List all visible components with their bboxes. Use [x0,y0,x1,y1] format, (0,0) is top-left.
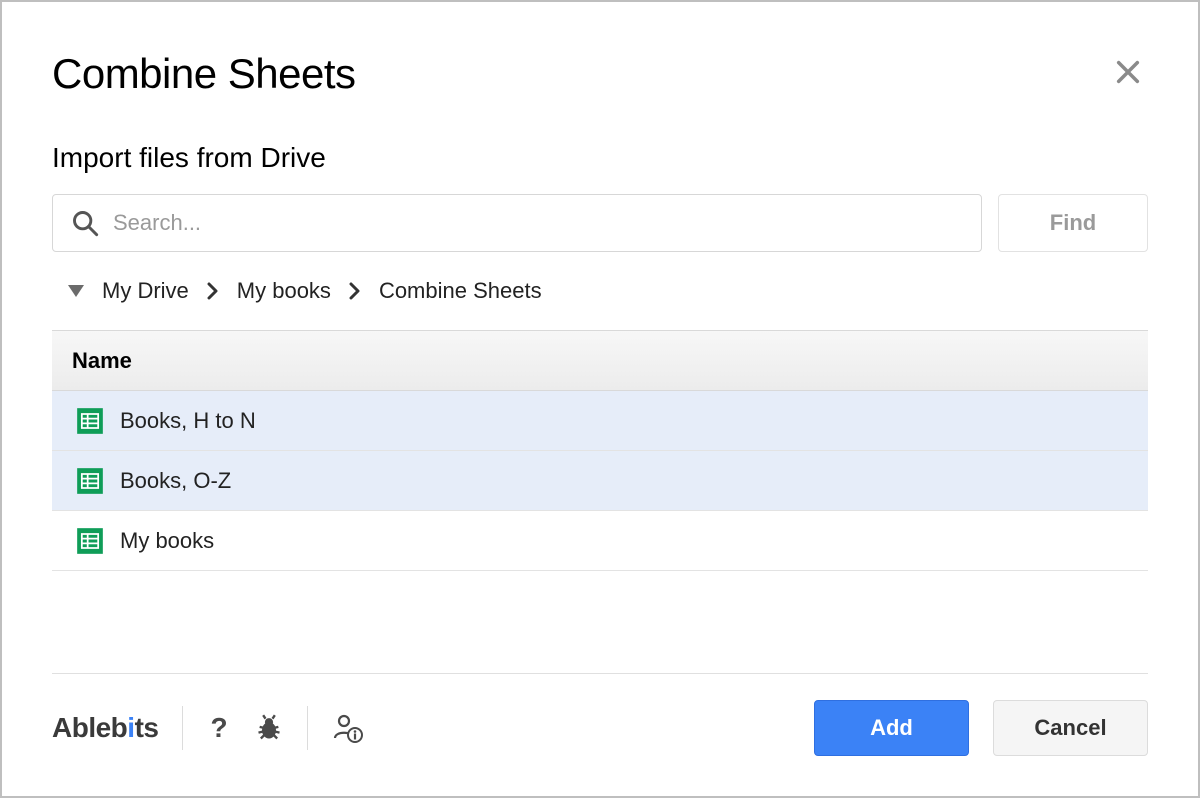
file-name: Books, H to N [120,408,256,434]
close-icon [1114,58,1142,86]
dialog-title: Combine Sheets [52,50,1148,98]
triangle-down-icon [68,285,84,297]
bug-report-button[interactable] [255,714,283,742]
dialog: Combine Sheets Import files from Drive F… [0,0,1200,798]
file-table: Name Books, H to N Books, O-Z [52,330,1148,571]
footer-divider [52,673,1148,674]
user-info-icon [332,712,364,744]
chevron-right-icon [349,282,361,300]
separator [307,706,308,750]
account-info-button[interactable] [332,712,364,744]
svg-text:?: ? [211,713,228,743]
search-input[interactable] [113,210,963,236]
file-name: My books [120,528,214,554]
breadcrumb-item[interactable]: Combine Sheets [379,278,542,304]
table-row[interactable]: Books, O-Z [52,451,1148,511]
bug-icon [255,714,283,742]
breadcrumb-dropdown[interactable] [68,285,84,297]
table-row[interactable]: Books, H to N [52,391,1148,451]
dialog-footer: Ablebits ? [52,673,1148,758]
brand-logo: Ablebits [52,712,158,744]
column-header-name: Name [72,348,132,374]
add-button[interactable]: Add [814,700,969,756]
spreadsheet-icon [76,407,104,435]
search-row: Find [52,194,1148,252]
separator [182,706,183,750]
table-header[interactable]: Name [52,331,1148,391]
dialog-subtitle: Import files from Drive [52,142,1148,174]
help-icon: ? [207,713,231,743]
file-name: Books, O-Z [120,468,231,494]
find-button[interactable]: Find [998,194,1148,252]
cancel-button[interactable]: Cancel [993,700,1148,756]
help-button[interactable]: ? [207,713,231,743]
search-box [52,194,982,252]
close-button[interactable] [1114,58,1142,91]
chevron-right-icon [207,282,219,300]
breadcrumb: My Drive My books Combine Sheets [52,278,1148,304]
breadcrumb-item[interactable]: My books [237,278,331,304]
spreadsheet-icon [76,467,104,495]
search-icon [71,209,99,237]
table-row[interactable]: My books [52,511,1148,571]
breadcrumb-item[interactable]: My Drive [102,278,189,304]
spreadsheet-icon [76,527,104,555]
